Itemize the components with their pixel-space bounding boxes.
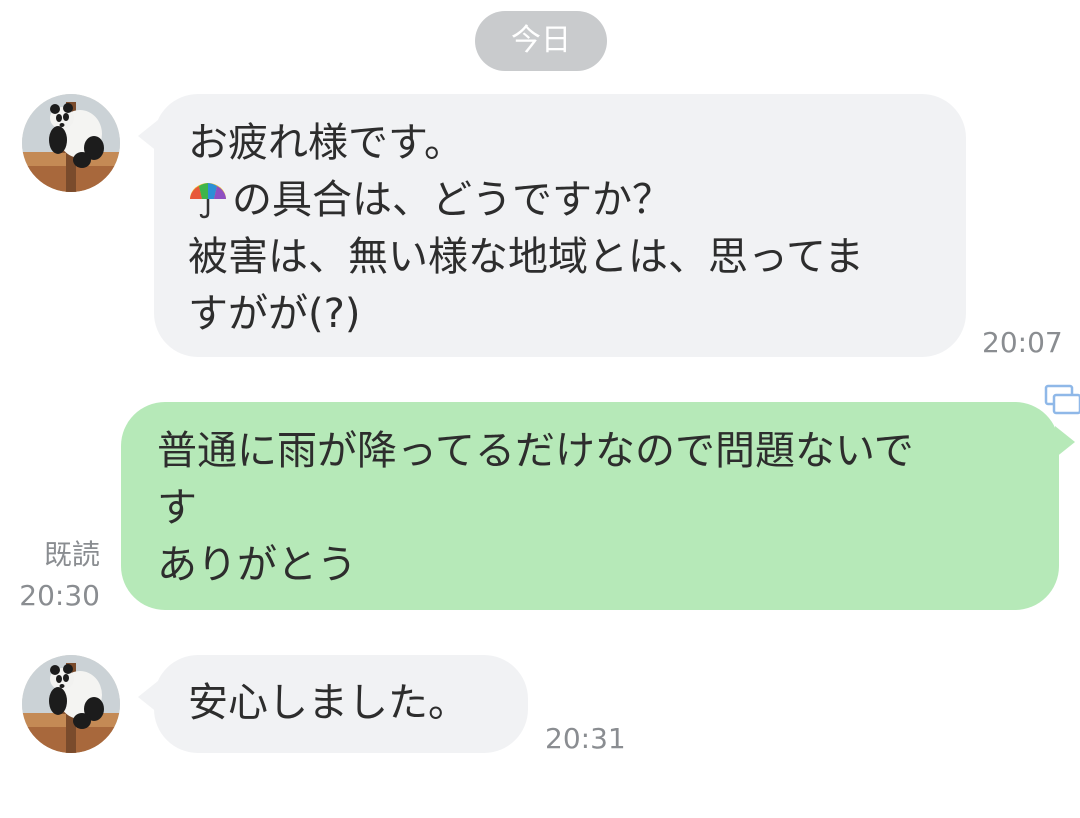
message-timestamp: 20:31 (545, 722, 626, 755)
message-text: ありがとう (157, 542, 357, 588)
message-text: 安心しました。 (188, 680, 468, 726)
message-bubble-outgoing[interactable]: 普通に雨が降ってるだけなので問題ないで す ありがとう (121, 402, 1059, 610)
panda-avatar-image (22, 655, 120, 753)
copy-icon[interactable] (1044, 384, 1080, 416)
message-text: の具合は、どうですか？ (232, 177, 672, 223)
message-timestamp: 20:30 (19, 579, 100, 612)
read-receipt: 既読 (43, 538, 100, 571)
message-text: すがが(?) (188, 291, 361, 337)
message-bubble-incoming[interactable]: 安心しました。 (154, 655, 528, 753)
message-timestamp: 20:07 (982, 326, 1063, 359)
panda-avatar-image (22, 94, 120, 192)
bubble-tail (1055, 426, 1075, 458)
date-separator: 今日 (475, 11, 607, 71)
avatar[interactable] (22, 94, 120, 192)
message-text: お疲れ様です。 (188, 120, 464, 166)
umbrella-icon (188, 178, 228, 219)
message-text: す (157, 485, 197, 531)
avatar[interactable] (22, 655, 120, 753)
message-bubble-incoming[interactable]: お疲れ様です。 の具合は、どうですか？ 被害は、無い様な地域とは、思ってま すが… (154, 94, 966, 357)
message-text: 被害は、無い様な地域とは、思ってま (188, 234, 864, 280)
message-text: 普通に雨が降ってるだけなので問題ないで (157, 428, 914, 474)
